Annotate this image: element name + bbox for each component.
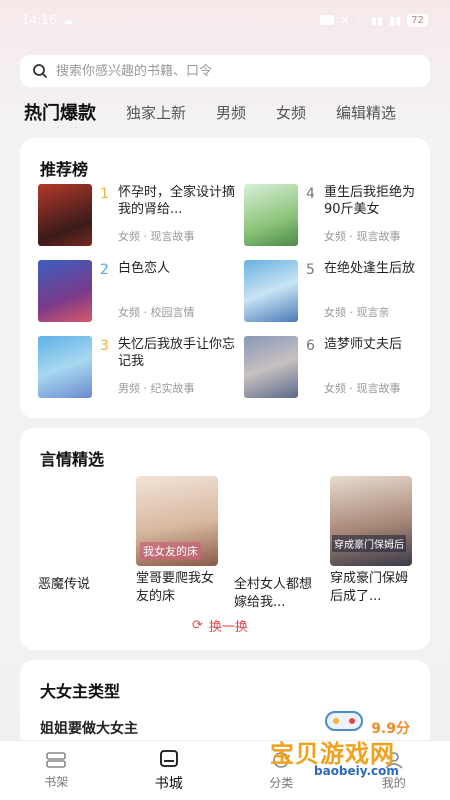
rank-book-meta: 女频 · 现言故事 xyxy=(118,230,195,243)
book-cover xyxy=(38,260,92,322)
rank-number: 2 xyxy=(100,262,109,278)
romance-card: 言情精选 恶魔传说 我女友的床 堂哥要爬我女友的床 全村女人都想嫁给我... 穿… xyxy=(20,428,430,650)
rank-item[interactable]: 3 失忆后我放手让你忘记我 男频 · 纪实故事 xyxy=(38,336,238,398)
cloud-icon: ☁ xyxy=(62,13,74,27)
bookstore-icon xyxy=(159,749,178,767)
book-cover: 穿成豪门保姆后 xyxy=(330,476,412,566)
rank-book-title: 造梦师丈夫后 xyxy=(324,337,403,352)
rank-item[interactable]: 2 白色恋人 女频 · 校园言情 xyxy=(38,260,238,322)
rank-book-title: 失忆后我放手让你忘记我 xyxy=(118,337,236,369)
book-cover xyxy=(244,184,298,246)
rank-number: 1 xyxy=(100,186,109,202)
tab-female[interactable]: 女频 xyxy=(276,102,306,123)
cover-caption: 穿成豪门保姆后 xyxy=(332,535,406,552)
nav-bookshelf[interactable]: 书架 xyxy=(16,751,96,790)
battery-indicator: 72 xyxy=(407,13,428,27)
book-cover: 我女友的床 xyxy=(136,476,218,566)
rank-book-title: 在绝处逢生后放 xyxy=(324,261,416,276)
tab-editor-picks[interactable]: 编辑精选 xyxy=(336,102,396,123)
signal-icon: ▮▮ xyxy=(371,13,384,27)
watermark-logo: 宝贝游戏网 baobeiy.com xyxy=(270,708,440,788)
book-cover xyxy=(244,336,298,398)
tab-hot[interactable]: 热门爆款 xyxy=(24,99,96,125)
mute-icon: ✕ xyxy=(340,13,350,27)
rank-number: 4 xyxy=(306,186,315,202)
rank-item[interactable]: 6 造梦师丈夫后 女频 · 现言故事 xyxy=(244,336,430,398)
refresh-button[interactable]: ⟳ 换一换 xyxy=(192,616,248,635)
romance-title: 言情精选 xyxy=(40,450,105,469)
rank-item[interactable]: 1 怀孕时，全家设计摘我的肾给... 女频 · 现言故事 xyxy=(38,184,238,246)
rank-book-title: 重生后我拒绝为90斤美女 xyxy=(324,185,416,217)
romance-list: 恶魔传说 我女友的床 堂哥要爬我女友的床 全村女人都想嫁给我... 穿成豪门保姆… xyxy=(20,476,430,616)
search-input[interactable] xyxy=(56,63,418,79)
ranking-title: 推荐榜 xyxy=(40,160,89,179)
rank-book-title: 怀孕时，全家设计摘我的肾给... xyxy=(118,185,236,217)
romance-book[interactable]: 全村女人都想嫁给我... xyxy=(234,572,316,612)
bookshelf-icon xyxy=(46,752,67,768)
status-time: 14:16 xyxy=(22,13,57,27)
romance-book[interactable]: 我女友的床 堂哥要爬我女友的床 xyxy=(136,476,218,606)
rank-book-meta: 女频 · 现言故事 xyxy=(324,230,401,243)
tab-exclusive-new[interactable]: 独家上新 xyxy=(126,102,186,123)
rank-item[interactable]: 4 重生后我拒绝为90斤美女 女频 · 现言故事 xyxy=(244,184,430,246)
book-cover xyxy=(244,260,298,322)
nfc-icon xyxy=(320,15,335,25)
book-cover xyxy=(38,336,92,398)
watermark-url: baobeiy.com xyxy=(314,764,399,778)
search-icon xyxy=(33,64,47,78)
ranking-card: 推荐榜 1 怀孕时，全家设计摘我的肾给... 女频 · 现言故事 2 白色恋人 … xyxy=(20,138,430,418)
refresh-label: 换一换 xyxy=(208,620,248,635)
status-bar: 14:16 ☁ ✕ ◠ ▮▮ ▮▮ 72 xyxy=(0,0,450,40)
rank-book-meta: 女频 · 现言亲 xyxy=(324,306,390,319)
rank-number: 6 xyxy=(306,338,315,354)
search-bar[interactable] xyxy=(20,55,430,87)
cover-caption: 我女友的床 xyxy=(140,542,201,560)
rank-book-meta: 女频 · 校园言情 xyxy=(118,306,195,319)
rank-number: 5 xyxy=(306,262,315,278)
rank-item[interactable]: 5 在绝处逢生后放 女频 · 现言亲 xyxy=(244,260,430,322)
refresh-icon: ⟳ xyxy=(192,618,203,633)
heroine-book-title[interactable]: 姐姐要做大女主 xyxy=(40,718,138,738)
wifi-icon: ◠ xyxy=(355,13,366,27)
tab-male[interactable]: 男频 xyxy=(216,102,246,123)
romance-book-title: 穿成豪门保姆后成了... xyxy=(330,571,409,604)
category-tabs: 热门爆款 独家上新 男频 女频 编辑精选 xyxy=(0,96,450,128)
rank-book-meta: 女频 · 现言故事 xyxy=(324,382,401,395)
romance-book-title: 堂哥要爬我女友的床 xyxy=(136,571,215,604)
rank-book-title: 白色恋人 xyxy=(118,261,171,276)
signal-icon-2: ▮▮ xyxy=(389,13,402,27)
gamepad-icon xyxy=(325,711,363,731)
rank-number: 3 xyxy=(100,338,109,354)
romance-book-title: 恶魔传说 xyxy=(38,577,91,592)
rank-book-meta: 男频 · 纪实故事 xyxy=(118,382,195,395)
romance-book-title: 全村女人都想嫁给我... xyxy=(234,577,313,610)
nav-bookstore[interactable]: 书城 xyxy=(129,749,209,793)
nav-label: 书城 xyxy=(154,775,183,792)
book-cover xyxy=(38,184,92,246)
romance-book[interactable]: 穿成豪门保姆后 穿成豪门保姆后成了... xyxy=(330,476,412,606)
heroine-title: 大女主类型 xyxy=(40,682,121,701)
nav-label: 书架 xyxy=(44,775,69,789)
romance-book[interactable]: 恶魔传说 xyxy=(38,572,120,594)
